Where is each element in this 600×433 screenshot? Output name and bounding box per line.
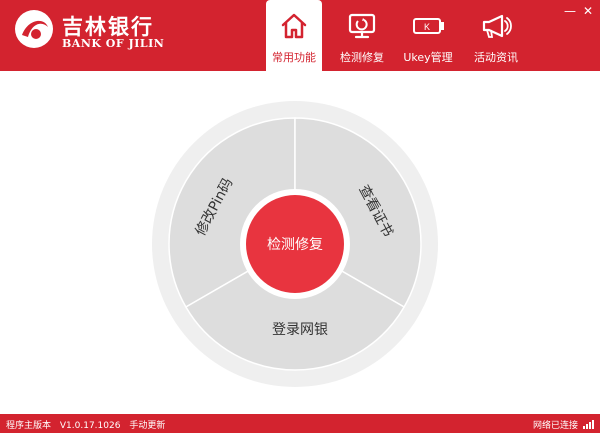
close-button[interactable]: ✕ xyxy=(581,4,595,18)
minimize-button[interactable]: — xyxy=(563,4,577,18)
version-label: 程序主版本 xyxy=(6,421,52,431)
tab-activity-news[interactable]: 活动资讯 xyxy=(466,0,526,71)
main-panel: 检测修复 修改Pin码 查看证书 登录网银 xyxy=(0,71,600,414)
title-bar: 吉林银行 BANK OF JILIN 常用功能 检测修复 K Ukey管理 活动… xyxy=(0,0,600,71)
monitor-repair-icon xyxy=(348,13,376,39)
tab-label: 活动资讯 xyxy=(474,51,518,64)
tab-common-functions[interactable]: 常用功能 xyxy=(266,0,322,71)
tab-detect-repair[interactable]: 检测修复 xyxy=(334,0,390,71)
center-label: 检测修复 xyxy=(267,236,323,253)
network-status: 网络已连接 xyxy=(533,418,594,431)
tab-label: Ukey管理 xyxy=(403,51,453,64)
bank-logo-mark-icon xyxy=(15,10,53,48)
ukey-glyph: K xyxy=(424,22,430,32)
ukey-icon: K xyxy=(413,18,444,34)
tab-label: 检测修复 xyxy=(340,51,384,64)
version-info: 程序主版本 V1.0.17.1026 手动更新 xyxy=(6,418,171,431)
manual-update-link[interactable]: 手动更新 xyxy=(129,421,165,431)
megaphone-icon xyxy=(482,14,512,38)
network-status-text: 网络已连接 xyxy=(532,421,578,431)
version-number: V1.0.17.1026 xyxy=(59,421,121,431)
bank-logo: 吉林银行 BANK OF JILIN xyxy=(14,9,184,50)
bank-name-en: BANK OF JILIN xyxy=(62,37,165,50)
tab-ukey-management[interactable]: K Ukey管理 xyxy=(398,0,458,71)
tab-label: 常用功能 xyxy=(272,51,316,64)
function-wheel: 检测修复 修改Pin码 查看证书 登录网银 xyxy=(152,101,438,387)
signal-strength-icon xyxy=(582,420,594,429)
status-bar: 程序主版本 V1.0.17.1026 手动更新 网络已连接 xyxy=(0,414,600,433)
segment-label-login-ebank: 登录网银 xyxy=(272,322,328,338)
home-icon xyxy=(281,13,307,39)
